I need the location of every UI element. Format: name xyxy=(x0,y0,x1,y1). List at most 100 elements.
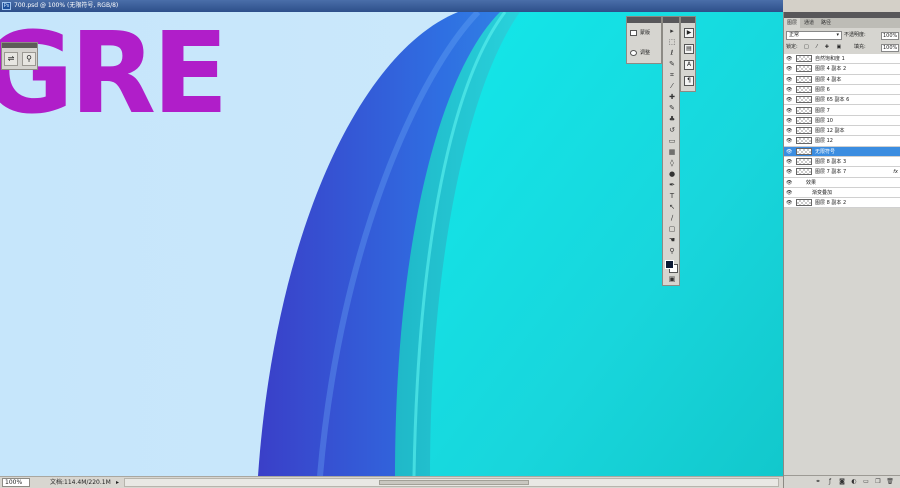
marquee-tool[interactable]: ⬚ xyxy=(666,38,678,47)
visibility-eye-icon[interactable]: 👁 xyxy=(786,188,792,198)
history-brush-tool[interactable]: ↺ xyxy=(666,126,678,135)
visibility-eye-icon[interactable]: 👁 xyxy=(786,116,792,126)
layer-row[interactable]: 👁 图层 8 副本 2 xyxy=(784,198,900,209)
scrollbar-thumb[interactable] xyxy=(379,480,529,485)
layer-row[interactable]: 👁 效果 xyxy=(784,178,900,188)
trash-icon[interactable]: 🗑 xyxy=(886,478,894,486)
shape-tool[interactable]: ▢ xyxy=(666,225,678,234)
document-info: 文档:114.4M/220.1M xyxy=(50,479,111,486)
visibility-eye-icon[interactable]: 👁 xyxy=(786,106,792,116)
layer-row[interactable]: 👁 图层 4 副本 xyxy=(784,75,900,85)
layer-thumbnail xyxy=(796,55,812,62)
panel-header[interactable] xyxy=(663,17,679,23)
zoom-tool[interactable]: ⚲ xyxy=(666,247,678,256)
layer-row[interactable]: 👁 图层 12 副本 xyxy=(784,126,900,137)
layer-name: 图层 8 副本 3 xyxy=(815,159,847,165)
fill-label: 填充: xyxy=(854,44,866,50)
layer-row[interactable]: 👁 图层 4 副本 2 xyxy=(784,64,900,75)
grid-icon[interactable]: ▤ xyxy=(684,44,694,54)
layer-row[interactable]: 👁 图层 65 副本 6 xyxy=(784,95,900,106)
layer-row[interactable]: 👁 无限符号 xyxy=(784,146,900,157)
visibility-eye-icon[interactable]: 👁 xyxy=(786,64,792,74)
link-icon[interactable]: ⚭ xyxy=(814,478,822,486)
folder-icon[interactable]: ▭ xyxy=(862,478,870,486)
visibility-eye-icon[interactable]: 👁 xyxy=(786,136,792,146)
quick-mask-icon[interactable]: ▣ xyxy=(666,275,678,284)
character-icon[interactable]: A xyxy=(684,60,694,70)
layer-row[interactable]: 👁 图层 12 xyxy=(784,136,900,147)
mask-icon[interactable]: ◙ xyxy=(838,478,846,486)
tools-panel: ▸ ⬚ ℓ ✎ ⌗ ⁄ ✚ ✎ ♣ ↺ ▭ ▦ ◊ ● ✒ T ↖ ∕ ▢ ☚ ⚲ ▣ xyxy=(662,16,680,286)
visibility-eye-icon[interactable]: 👁 xyxy=(786,85,792,95)
adjust-icon[interactable]: ◐ xyxy=(850,478,858,486)
visibility-eye-icon[interactable]: 👁 xyxy=(786,178,792,188)
pin-icon[interactable]: ⚲ xyxy=(22,52,36,66)
sliders-icon[interactable]: ⇌ xyxy=(4,52,18,66)
play-icon[interactable]: ▶ xyxy=(684,28,694,38)
layer-row[interactable]: 👁 图层 7 副本 7 fx xyxy=(784,167,900,178)
layer-thumbnail xyxy=(796,127,812,135)
layer-row[interactable]: 👁 图层 7 xyxy=(784,106,900,116)
layer-thumbnail xyxy=(796,199,812,207)
layer-name: 图层 12 xyxy=(815,138,833,145)
panel-header[interactable] xyxy=(681,17,695,23)
tab-paths[interactable]: 路径 xyxy=(818,18,834,28)
layer-row[interactable]: 👁 图层 8 副本 3 xyxy=(784,157,900,168)
layer-name: 图层 8 副本 2 xyxy=(815,200,847,207)
layer-row[interactable]: 👁 渐变叠加 xyxy=(784,188,900,199)
adjust-button[interactable]: 调整 xyxy=(630,47,661,59)
chevron-down-icon: ▾ xyxy=(836,32,839,38)
status-menu-arrow-icon[interactable]: ▸ xyxy=(116,477,119,488)
visibility-eye-icon[interactable]: 👁 xyxy=(786,167,792,177)
visibility-eye-icon[interactable]: 👁 xyxy=(786,75,792,85)
blur-tool[interactable]: ◊ xyxy=(666,159,678,168)
pen-tool[interactable]: ✒ xyxy=(666,181,678,190)
path-select-tool[interactable]: ↖ xyxy=(666,203,678,212)
panel-header[interactable] xyxy=(2,43,37,48)
healing-tool[interactable]: ✚ xyxy=(666,93,678,102)
blend-mode-select[interactable]: 正常 ▾ xyxy=(786,31,842,40)
hand-tool[interactable]: ☚ xyxy=(666,236,678,245)
brush-tool[interactable]: ✎ xyxy=(666,104,678,113)
tab-channels[interactable]: 通道 xyxy=(801,18,817,28)
layer-row[interactable]: 👁 图层 6 xyxy=(784,85,900,96)
layer-row[interactable]: 👁 自然饱和度 1 xyxy=(784,54,900,65)
line-tool[interactable]: ∕ xyxy=(666,214,678,223)
lasso-tool[interactable]: ℓ xyxy=(666,49,678,58)
panel-header[interactable] xyxy=(627,17,661,23)
gradient-tool[interactable]: ▦ xyxy=(666,148,678,157)
opacity-field[interactable]: 100% xyxy=(881,32,899,40)
layer-name: 自然饱和度 1 xyxy=(815,56,845,62)
stamp-tool[interactable]: ♣ xyxy=(666,115,678,124)
dodge-tool[interactable]: ● xyxy=(666,170,678,179)
paragraph-icon[interactable]: ¶ xyxy=(684,76,694,86)
document-titlebar[interactable]: Ps 700.psd @ 100% (无限符号, RGB/8) xyxy=(0,0,783,12)
tab-layers[interactable]: 图层 xyxy=(784,18,801,28)
visibility-eye-icon[interactable]: 👁 xyxy=(786,54,792,64)
visibility-eye-icon[interactable]: 👁 xyxy=(786,95,792,105)
visibility-eye-icon[interactable]: 👁 xyxy=(786,198,792,208)
zoom-field[interactable]: 100% xyxy=(2,478,30,487)
visibility-eye-icon[interactable]: 👁 xyxy=(786,157,792,167)
fx-icon[interactable]: ƒ xyxy=(826,478,834,486)
new-layer-icon[interactable]: ❐ xyxy=(874,478,882,486)
move-tool[interactable]: ▸ xyxy=(666,27,678,36)
foreground-color-swatch[interactable] xyxy=(665,260,674,269)
ps-icon: Ps xyxy=(2,2,11,10)
fill-field[interactable]: 100% xyxy=(881,44,899,52)
lock-icons[interactable]: □ ⁄ ✚ ▣ xyxy=(804,43,844,52)
visibility-eye-icon[interactable]: 👁 xyxy=(786,147,792,157)
eyedropper-tool[interactable]: ⁄ xyxy=(666,82,678,91)
layer-name: 图层 10 xyxy=(815,117,833,124)
layer-row[interactable]: 👁 图层 10 xyxy=(784,116,900,127)
layer-thumbnail xyxy=(796,137,812,145)
visibility-eye-icon[interactable]: 👁 xyxy=(786,126,792,136)
crop-tool[interactable]: ⌗ xyxy=(666,71,678,80)
horizontal-scrollbar[interactable] xyxy=(124,478,779,487)
layers-footer: ⚭ ƒ ◙ ◐ ▭ ❐ 🗑 xyxy=(784,475,900,488)
masks-button[interactable]: 蒙版 xyxy=(630,27,661,39)
quick-select-tool[interactable]: ✎ xyxy=(666,60,678,69)
type-tool[interactable]: T xyxy=(666,192,678,201)
layer-fx-badge[interactable]: fx xyxy=(893,167,898,177)
eraser-tool[interactable]: ▭ xyxy=(666,137,678,146)
